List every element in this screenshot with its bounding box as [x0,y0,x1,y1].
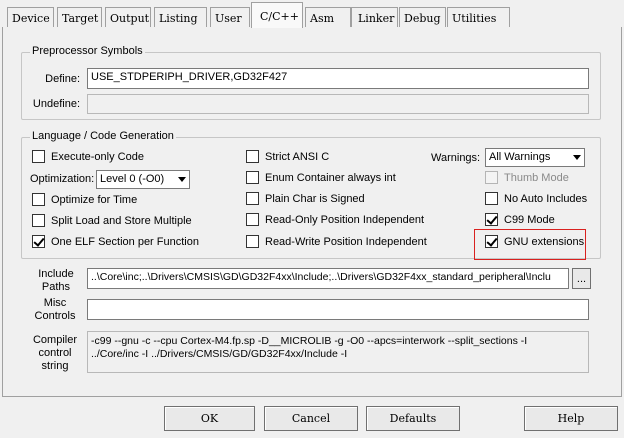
execute-only-checkbox[interactable]: Execute-only Code [32,150,144,163]
split-load-checkbox[interactable]: Split Load and Store Multiple [32,214,192,227]
tab-asm[interactable]: Asm [305,7,351,28]
include-browse-button[interactable]: ... [572,268,591,289]
split-load-label: Split Load and Store Multiple [51,214,192,227]
no-auto-includes-label: No Auto Includes [504,192,588,205]
one-elf-checkbox[interactable]: One ELF Section per Function [32,235,199,248]
tab-utilities[interactable]: Utilities [447,7,510,28]
c99-mode-label: C99 Mode [504,213,555,226]
checkbox-box [246,171,259,184]
misc-controls-label-line2: Controls [34,310,76,322]
plain-char-checkbox[interactable]: Plain Char is Signed [246,192,365,205]
misc-controls-label-line1: Misc [43,297,67,309]
compiler-control-label: Compiler control string [30,334,80,373]
compiler-control-label-line3: string [41,360,69,372]
ok-button[interactable]: OK [164,406,255,431]
tab-linker[interactable]: Linker [351,7,398,28]
tab-debug[interactable]: Debug [399,7,446,28]
chevron-down-icon [573,155,581,160]
optimization-label: Optimization: [30,173,95,185]
compiler-control-label-line2: control [38,347,72,359]
checkbox-box [32,150,45,163]
cancel-button[interactable]: Cancel [264,406,358,431]
strict-ansi-label: Strict ANSI C [265,150,330,163]
include-paths-label: Include Paths [36,268,76,294]
language-group-title: Language / Code Generation [30,130,176,142]
tab-device[interactable]: Device [7,7,54,28]
misc-controls-field[interactable] [87,299,589,320]
chevron-down-icon [178,177,186,182]
thumb-mode-label: Thumb Mode [504,171,569,184]
checkbox-box [246,150,259,163]
compiler-control-field[interactable]: -c99 --gnu -c --cpu Cortex-M4.fp.sp -D__… [87,331,589,373]
no-auto-includes-checkbox[interactable]: No Auto Includes [485,192,587,205]
checkbox-box [32,214,45,227]
checkbox-box [246,235,259,248]
define-field[interactable]: USE_STDPERIPH_DRIVER,GD32F427 [87,68,589,89]
optimization-value: Level 0 (-O0) [100,173,165,185]
c99-mode-checkbox[interactable]: C99 Mode [485,213,555,226]
optimization-select[interactable]: Level 0 (-O0) [96,170,190,189]
preprocessor-group-title: Preprocessor Symbols [30,45,145,57]
tab-c-cpp[interactable]: C/C++ [251,2,303,28]
checkbox-box-checked [485,213,498,226]
strict-ansi-checkbox[interactable]: Strict ANSI C [246,150,329,163]
undefine-field[interactable] [87,94,589,114]
include-paths-label-line2: Paths [41,281,71,293]
rw-position-checkbox[interactable]: Read-Write Position Independent [246,235,427,248]
one-elf-label: One ELF Section per Function [51,235,199,248]
optimize-time-label: Optimize for Time [51,193,138,206]
enum-container-label: Enum Container always int [265,171,396,184]
checkbox-box [485,192,498,205]
compiler-control-line2: ../Core/inc -I ../Drivers/CMSIS/GD/GD32F… [91,348,348,360]
plain-char-label: Plain Char is Signed [265,192,365,205]
checkbox-box [246,213,259,226]
gnu-extensions-highlight [474,229,586,260]
include-paths-label-line1: Include [38,268,74,280]
tab-target[interactable]: Target [57,7,102,28]
define-label: Define: [45,73,80,85]
warnings-label: Warnings: [431,152,481,164]
tab-listing[interactable]: Listing [154,7,207,28]
ro-position-label: Read-Only Position Independent [265,213,424,226]
checkbox-box [485,171,498,184]
rw-position-label: Read-Write Position Independent [265,235,427,248]
execute-only-label: Execute-only Code [51,150,144,163]
compiler-control-label-line1: Compiler [32,334,77,346]
checkbox-box [32,193,45,206]
warnings-value: All Warnings [489,151,551,163]
help-button[interactable]: Help [524,406,618,431]
tab-user[interactable]: User [210,7,250,28]
checkbox-box-checked [32,235,45,248]
undefine-label: Undefine: [32,98,80,110]
ro-position-checkbox[interactable]: Read-Only Position Independent [246,213,424,226]
defaults-button[interactable]: Defaults [366,406,460,431]
warnings-select[interactable]: All Warnings [485,148,585,167]
misc-controls-label: Misc Controls [34,297,76,323]
enum-container-checkbox[interactable]: Enum Container always int [246,171,396,184]
thumb-mode-checkbox[interactable]: Thumb Mode [485,171,569,184]
optimize-time-checkbox[interactable]: Optimize for Time [32,193,137,206]
include-paths-field[interactable]: ..\Core\inc;..\Drivers\CMSIS\GD\GD32F4xx… [87,268,569,289]
tab-output[interactable]: Output [105,7,151,28]
compiler-control-line1: -c99 --gnu -c --cpu Cortex-M4.fp.sp -D__… [91,335,528,347]
checkbox-box [246,192,259,205]
